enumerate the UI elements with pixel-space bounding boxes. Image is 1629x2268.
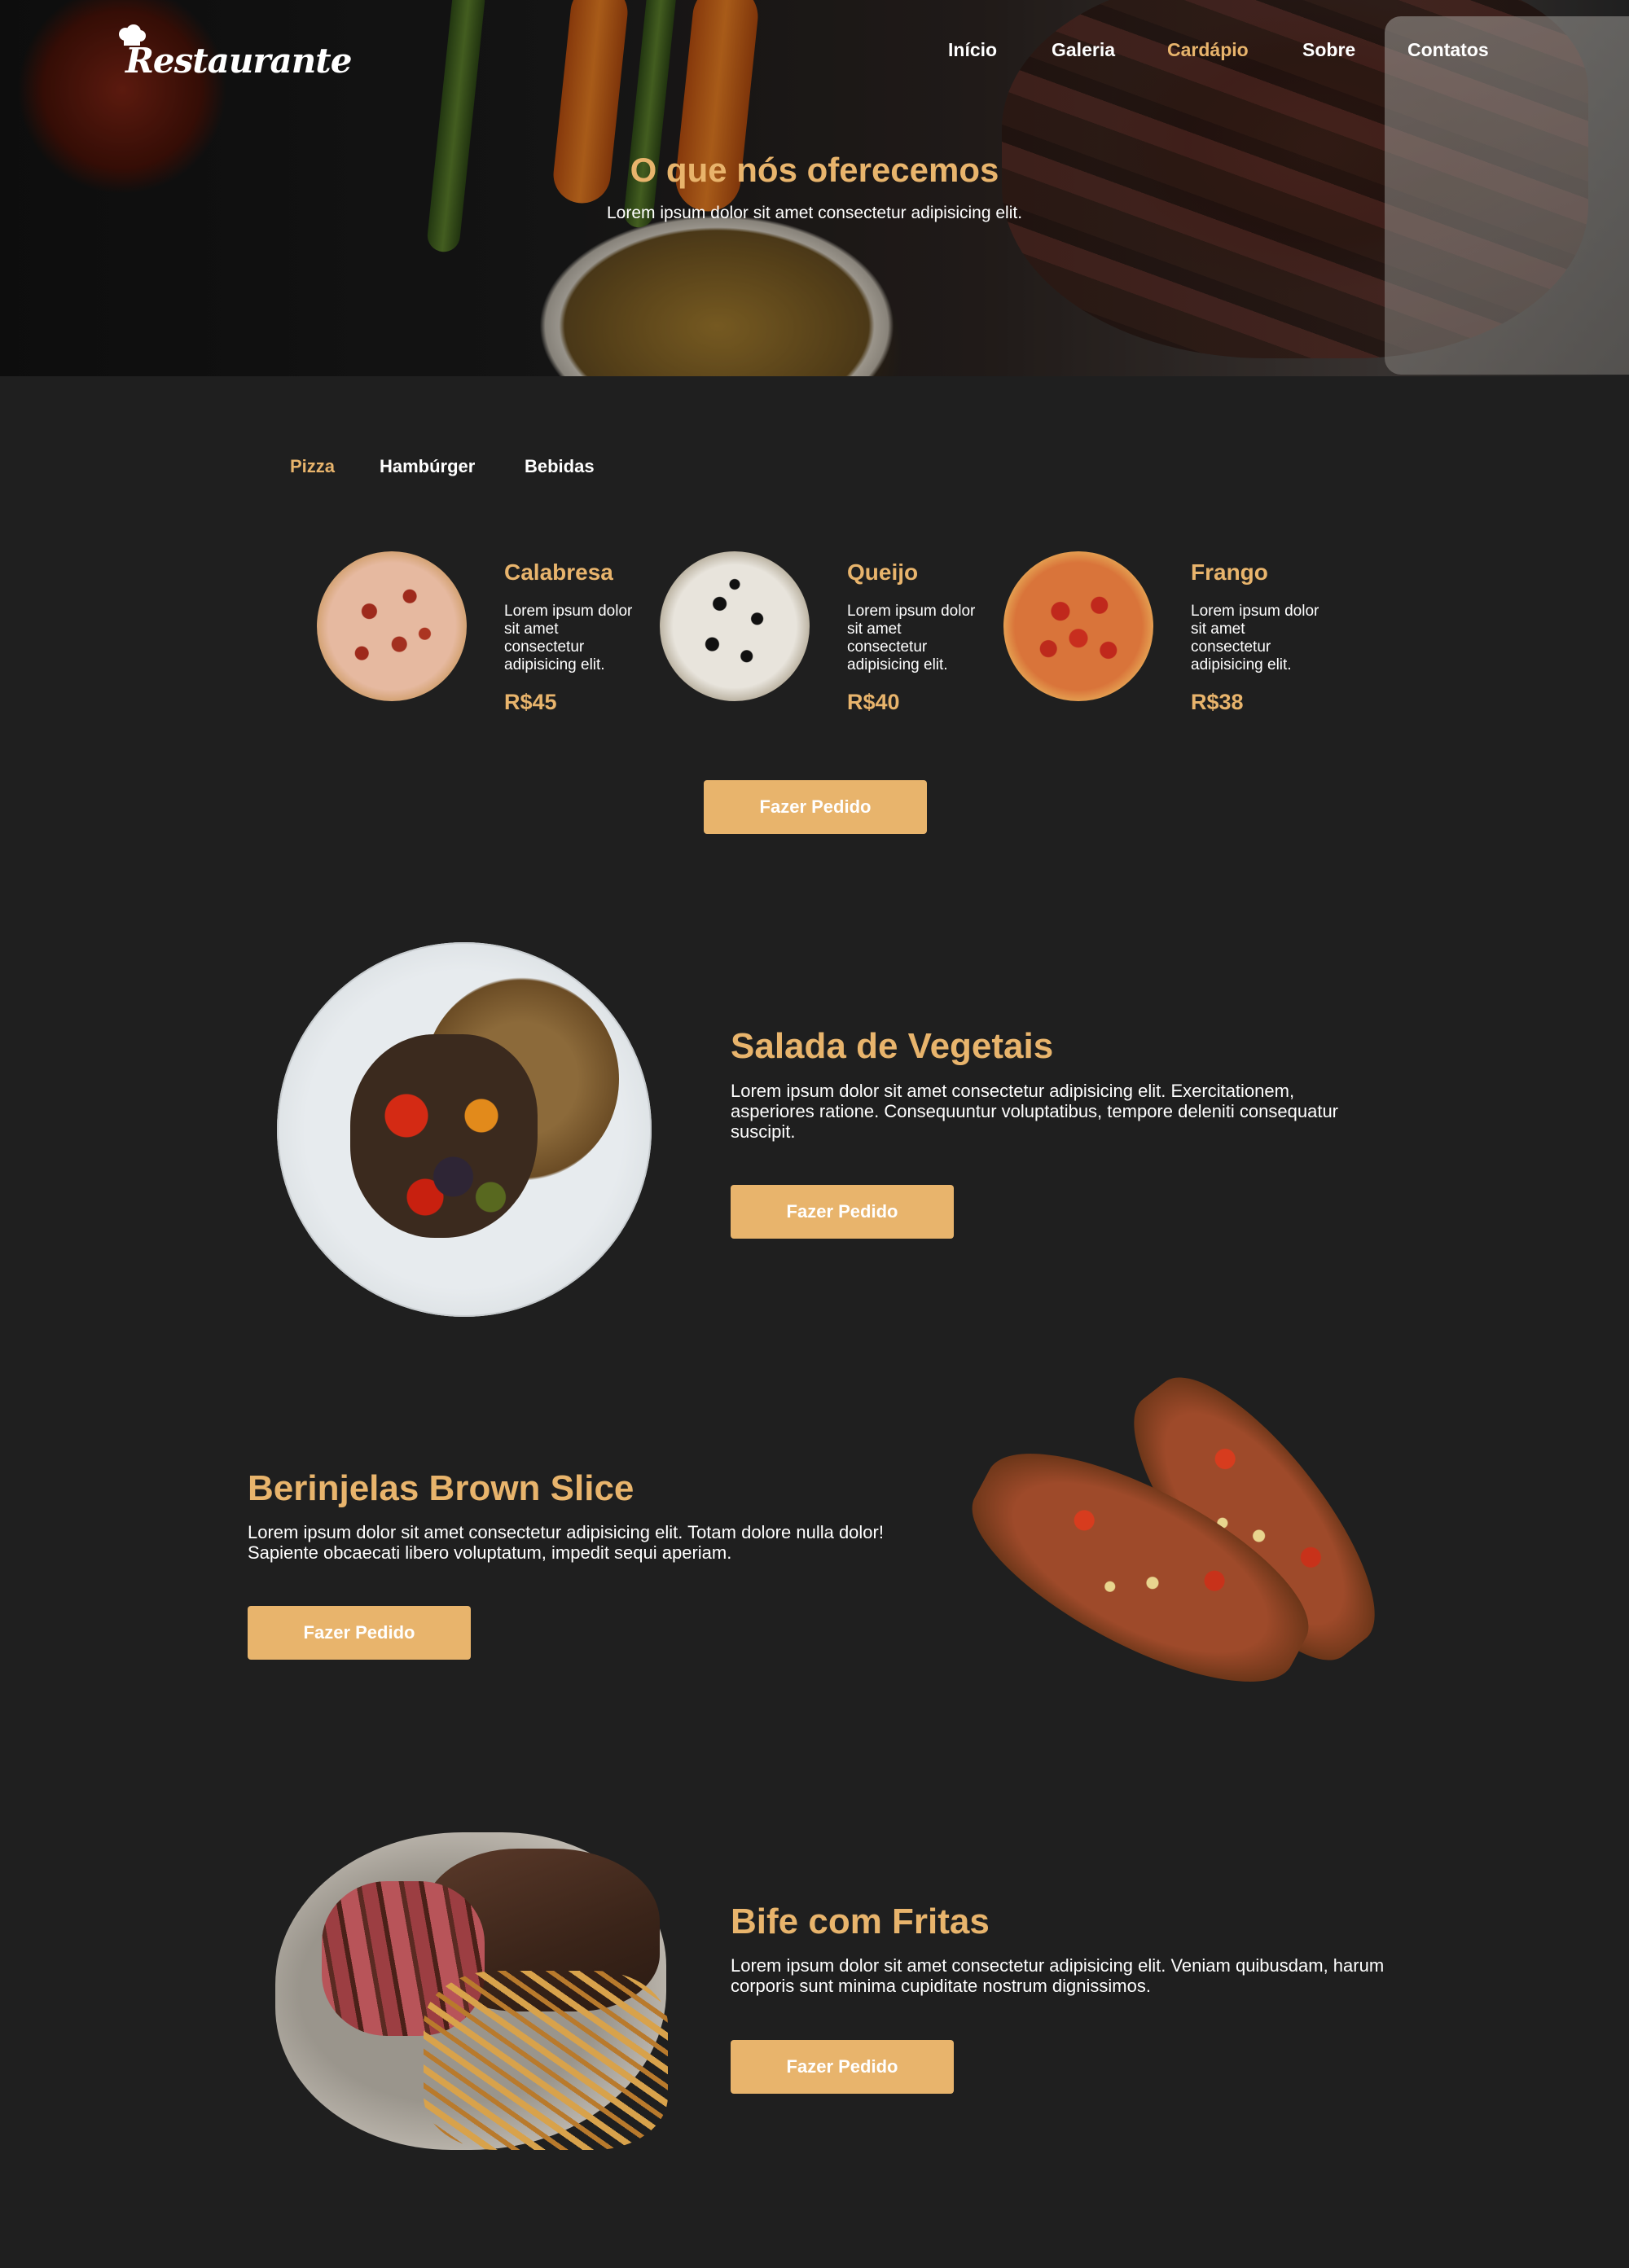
menu-item-calabresa: Calabresa Lorem ipsum dolor sit amet con… [317,551,643,714]
menu-item-name: Queijo [847,559,919,585]
menu-item-frango: Frango Lorem ipsum dolor sit amet consec… [1003,551,1329,714]
hero-title: O que nós oferecemos [630,151,999,189]
fries-image [424,1971,668,2150]
feature-title-bife: Bife com Fritas [731,1902,990,1941]
menu-item-queijo: Queijo Lorem ipsum dolor sit amet consec… [660,551,986,714]
feature-description-bife: Lorem ipsum dolor sit amet consectetur a… [731,1955,1385,1996]
menu-item-description: Lorem ipsum dolor sit amet consectetur a… [504,603,633,673]
tab-pizza[interactable]: Pizza [290,456,335,477]
hero-subtitle: Lorem ipsum dolor sit amet consectetur a… [606,204,1023,222]
tab-hamburger[interactable]: Hambúrger [380,456,475,477]
menu-item-price: R$45 [504,690,557,714]
nav-item-cardapio[interactable]: Cardápio [1167,39,1249,61]
salad-vegetables-image [350,1034,538,1238]
order-button-salada[interactable]: Fazer Pedido [731,1185,954,1239]
order-button-bife[interactable]: Fazer Pedido [731,2040,954,2094]
order-button-berinjelas[interactable]: Fazer Pedido [248,1606,471,1660]
pizza-queijo-image [660,551,810,701]
order-button-pizza[interactable]: Fazer Pedido [704,780,927,834]
feature-title-salada: Salada de Vegetais [731,1026,1054,1066]
menu-item-price: R$38 [1191,690,1244,714]
menu-item-price: R$40 [847,690,900,714]
pizza-calabresa-image [317,551,467,701]
menu-item-description: Lorem ipsum dolor sit amet consectetur a… [847,603,976,673]
nav-item-sobre[interactable]: Sobre [1302,39,1355,61]
hero-banner: Restaurante Início Galeria Cardápio Sobr… [0,0,1629,376]
logo-text: Restaurante [125,41,352,81]
menu-item-name: Frango [1191,559,1268,585]
nav-item-galeria[interactable]: Galeria [1052,39,1115,61]
menu-item-name: Calabresa [504,559,613,585]
feature-description-berinjelas: Lorem ipsum dolor sit amet consectetur a… [248,1522,884,1563]
logo[interactable]: Restaurante [116,24,352,90]
nav-item-contatos[interactable]: Contatos [1407,39,1489,61]
tab-bebidas[interactable]: Bebidas [525,456,595,477]
pizza-frango-image [1003,551,1153,701]
nav-item-inicio[interactable]: Início [948,39,997,61]
feature-title-berinjelas: Berinjelas Brown Slice [248,1468,634,1508]
feature-description-salada: Lorem ipsum dolor sit amet consectetur a… [731,1081,1339,1142]
menu-item-description: Lorem ipsum dolor sit amet consectetur a… [1191,603,1319,673]
